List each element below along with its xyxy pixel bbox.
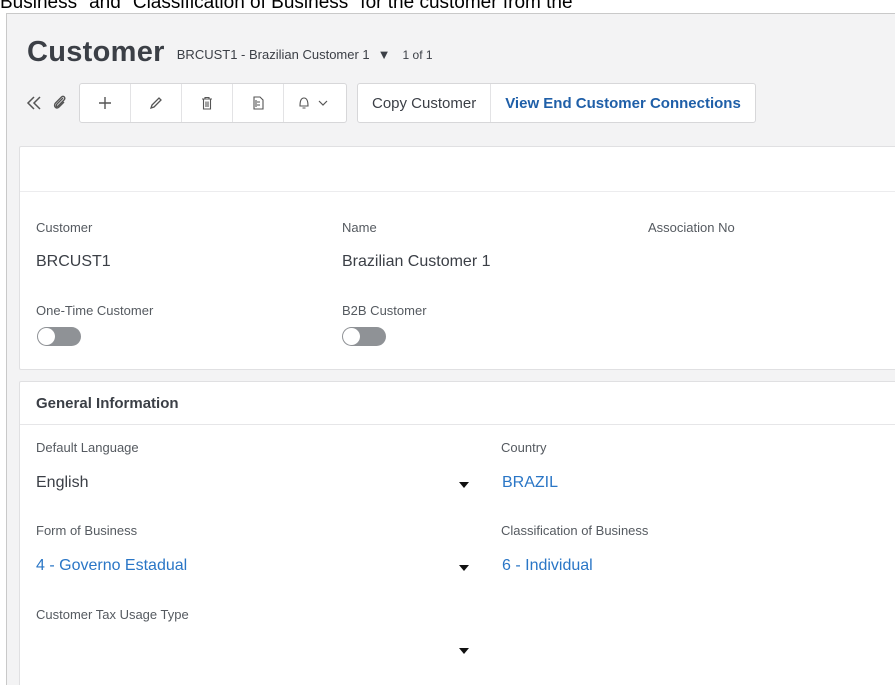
attachment-icon[interactable] [47, 83, 73, 123]
one-time-customer-label: One-Time Customer [36, 303, 154, 318]
collapse-icon[interactable] [21, 83, 47, 123]
view-end-customer-connections-button[interactable]: View End Customer Connections [491, 84, 755, 122]
page-title: Customer [27, 35, 165, 68]
record-selector[interactable]: BRCUST1 - Brazilian Customer 1 [177, 47, 370, 62]
classification-of-business-link[interactable]: 6 - Individual [502, 557, 593, 575]
copy-customer-button[interactable]: Copy Customer [358, 84, 492, 122]
edit-icon[interactable] [131, 84, 182, 122]
record-dropdown-icon[interactable]: ▼ [378, 47, 391, 62]
default-language-label: Default Language [36, 440, 139, 455]
customer-details-card: Customer BRCUST1 Name Brazilian Customer… [19, 146, 895, 370]
general-information-header[interactable]: General Information [20, 382, 895, 425]
command-toolbar: Copy Customer View End Customer Connecti… [21, 83, 756, 123]
form-of-business-select[interactable]: 4 - Governo Estadual [36, 557, 187, 575]
customer-tax-usage-type-label: Customer Tax Usage Type [36, 607, 189, 622]
page-caption: Business" and "Classification of Busines… [0, 0, 573, 13]
association-no-label: Association No [648, 220, 735, 235]
b2b-customer-label: B2B Customer [342, 303, 427, 318]
name-value: Brazilian Customer 1 [342, 253, 491, 270]
record-actions-group [79, 83, 347, 123]
general-information-card: General Information Default Language Eng… [19, 381, 895, 685]
default-language-select[interactable]: English [36, 474, 88, 492]
name-label: Name [342, 220, 377, 235]
form-of-business-label: Form of Business [36, 523, 138, 538]
customer-label: Customer [36, 220, 93, 235]
bell-icon[interactable] [284, 84, 346, 122]
default-language-dropdown-icon[interactable] [459, 482, 469, 488]
command-buttons: Copy Customer View End Customer Connecti… [357, 83, 756, 123]
classification-of-business-label: Classification of Business [501, 523, 649, 538]
customer-tax-usage-type-dropdown-icon[interactable] [459, 648, 469, 654]
country-link[interactable]: BRAZIL [502, 474, 558, 492]
add-icon[interactable] [80, 84, 131, 122]
duplicate-icon[interactable] [233, 84, 284, 122]
country-label: Country [501, 440, 547, 455]
app-window: Customer BRCUST1 - Brazilian Customer 1 … [6, 13, 895, 685]
record-count: 1 of 1 [402, 47, 433, 62]
customer-id-value: BRCUST1 [36, 253, 111, 270]
b2b-customer-toggle[interactable] [342, 327, 386, 346]
page-header: Customer BRCUST1 - Brazilian Customer 1 … [27, 32, 433, 72]
one-time-customer-toggle[interactable] [37, 327, 81, 346]
card-header-band [20, 147, 895, 192]
delete-icon[interactable] [182, 84, 233, 122]
form-of-business-dropdown-icon[interactable] [459, 565, 469, 571]
